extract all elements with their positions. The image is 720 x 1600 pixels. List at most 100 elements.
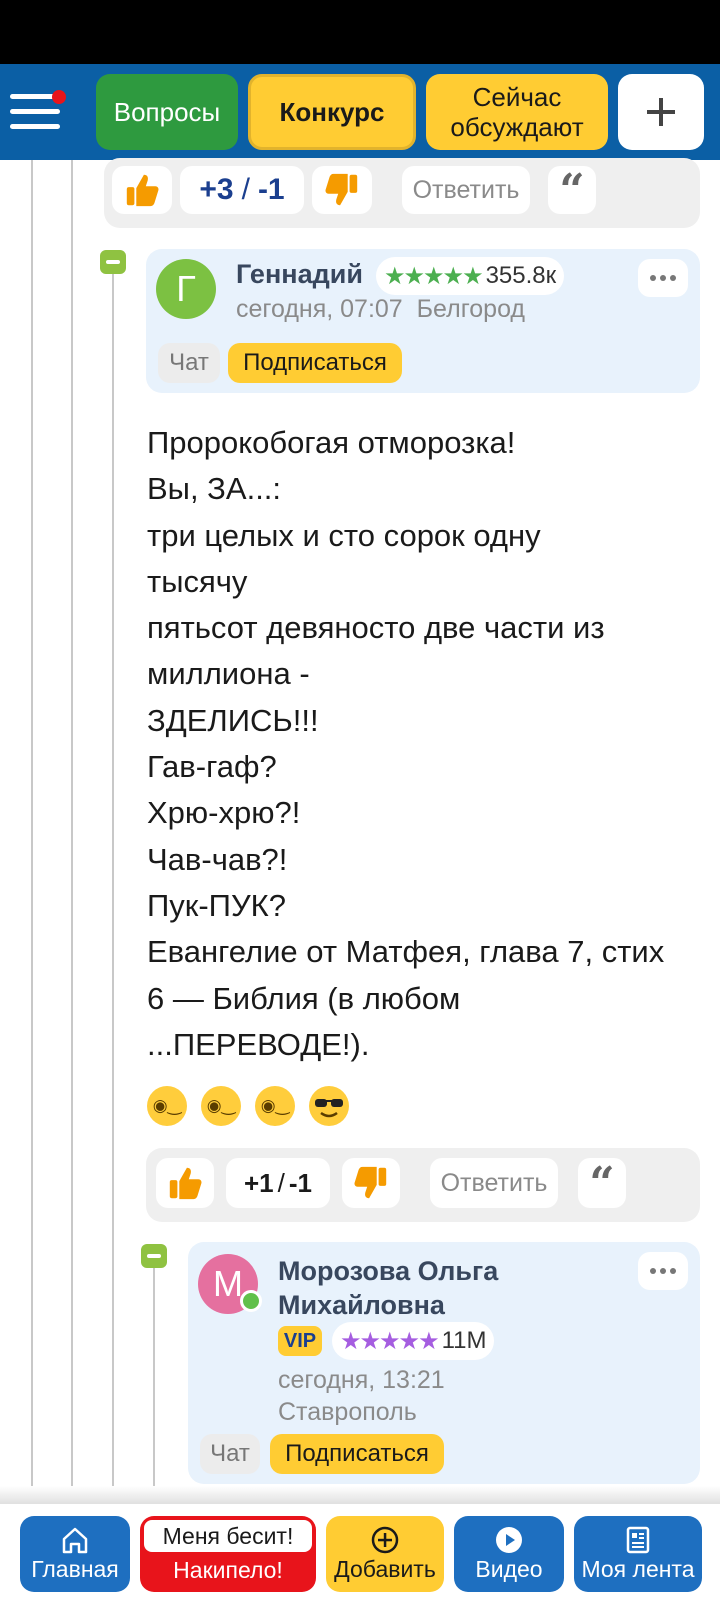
comment-text: Пророкобогая отморозка! Вы, ЗА...: три ц…	[147, 420, 707, 1068]
menu-icon-bar	[10, 109, 60, 114]
bottom-nav-shadow	[0, 1486, 720, 1504]
play-icon	[496, 1527, 522, 1553]
comment-line: три целых и сто сорок одну	[147, 517, 541, 553]
bottom-navigation: Главная Меня бесит! Накипело! Добавить В…	[0, 1504, 720, 1600]
rating-value: 355.8к	[485, 262, 557, 289]
rant-top-label: Меня бесит!	[144, 1520, 312, 1552]
reply-button[interactable]: Ответить	[430, 1158, 558, 1208]
home-label: Главная	[31, 1556, 119, 1582]
like-button[interactable]	[156, 1158, 214, 1208]
rant-bottom-label: Накипело!	[173, 1557, 283, 1583]
video-label: Видео	[475, 1556, 543, 1582]
discussed-now-button[interactable]: Сейчас обсуждают	[426, 74, 608, 150]
discussed-now-line2: обсуждают	[450, 112, 584, 142]
emoji-row: ◉‿ ◉‿ ◉‿	[147, 1086, 363, 1130]
thumbs-up-icon	[169, 1167, 202, 1200]
user-rating: ★★★★★ 11М	[332, 1322, 495, 1360]
avatar-letter: Г	[176, 268, 196, 309]
thread-line	[112, 272, 114, 1486]
face-with-monocle-icon: ◉‿	[147, 1086, 187, 1126]
collapse-toggle[interactable]	[100, 250, 126, 274]
my-feed-button[interactable]: Моя лента	[574, 1516, 702, 1592]
avatar-letter: М	[213, 1263, 243, 1304]
subscribe-button[interactable]: Подписаться	[228, 343, 402, 383]
rating-value: 11М	[441, 1327, 487, 1354]
newspaper-icon	[626, 1526, 650, 1554]
dislike-button[interactable]	[312, 166, 372, 214]
more-options-button[interactable]	[638, 1252, 688, 1290]
add-post-button[interactable]: Добавить	[326, 1516, 444, 1592]
author-name[interactable]: Геннадий	[236, 257, 363, 291]
comment-line: миллиона -	[147, 656, 310, 692]
vip-badge: VIP	[278, 1326, 322, 1356]
thumbs-down-icon	[354, 1166, 387, 1199]
upvote-count: +3	[199, 173, 234, 206]
face-with-monocle-icon: ◉‿	[201, 1086, 241, 1126]
downvote-count: -1	[288, 1167, 312, 1198]
comment-line: Пророкобогая отморозка!	[147, 425, 516, 460]
comment-line: Чав-чав?!	[147, 841, 288, 877]
author-name-line2: Михайловна	[278, 1290, 445, 1320]
rating-stars: ★★★★★	[340, 1327, 440, 1355]
comment-line: Хрю-хрю?!	[147, 795, 301, 831]
author-city: Ставрополь	[278, 1398, 417, 1426]
dislike-button[interactable]	[342, 1158, 400, 1208]
discussed-now-line1: Сейчас	[472, 82, 562, 112]
comment-line: Евангелие от Матфея, глава 7, стих	[147, 934, 665, 970]
menu-icon-bar	[10, 124, 60, 129]
comment-line: Пук-ПУК?	[147, 887, 286, 923]
comment-line: Вы, ЗА...:	[147, 471, 282, 507]
author-card: М Морозова Ольга Михайловна VIP ★★★★★ 11М…	[188, 1242, 700, 1484]
add-button[interactable]	[618, 74, 704, 150]
thread-line	[71, 160, 73, 1486]
quote-button[interactable]: “	[548, 164, 596, 216]
vote-score: +3/-1	[180, 166, 304, 214]
subscribe-button[interactable]: Подписаться	[270, 1434, 444, 1474]
menu-button[interactable]	[10, 90, 66, 136]
contest-button[interactable]: Конкурс	[248, 74, 416, 150]
top-navigation: Вопросы Конкурс Сейчас обсуждают	[0, 64, 720, 160]
like-button[interactable]	[112, 166, 172, 214]
comment-date: сегодня, 07:07	[236, 295, 403, 323]
rant-button[interactable]: Меня бесит! Накипело!	[140, 1516, 316, 1592]
more-options-button[interactable]	[638, 259, 688, 297]
downvote-count: -1	[257, 173, 285, 206]
plus-icon	[647, 98, 675, 126]
comment-line: ЗДЕЛИСЬ!!!	[147, 702, 319, 738]
comment-meta: сегодня, 07:07 Белгород	[236, 293, 525, 325]
online-status-dot	[240, 1290, 262, 1312]
rating-stars: ★★★★★	[384, 262, 484, 290]
quote-button[interactable]: “	[578, 1157, 626, 1209]
quote-icon: “	[559, 164, 585, 216]
questions-button[interactable]: Вопросы	[96, 74, 238, 150]
author-card: Г Геннадий ★★★★★ 355.8к сегодня, 07:07 Бе…	[146, 249, 700, 393]
comment-date: сегодня, 13:21	[278, 1366, 445, 1394]
notification-dot	[52, 90, 66, 104]
quote-icon: “	[589, 1157, 615, 1209]
chat-button[interactable]: Чат	[200, 1434, 260, 1474]
avatar[interactable]: Г	[156, 259, 216, 319]
vote-separator: /	[277, 1167, 285, 1198]
home-button[interactable]: Главная	[20, 1516, 130, 1592]
chat-button[interactable]: Чат	[158, 343, 220, 383]
vote-score: +1/-1	[226, 1158, 330, 1208]
user-rating: ★★★★★ 355.8к	[376, 257, 565, 295]
thumbs-down-icon	[325, 173, 358, 206]
author-city: Белгород	[416, 295, 526, 323]
face-with-monocle-icon: ◉‿	[255, 1086, 295, 1126]
comment-vote-bar: +1/-1 Ответить “	[146, 1148, 700, 1222]
smiling-face-with-sunglasses-icon	[309, 1086, 349, 1126]
thumbs-up-icon	[126, 174, 159, 207]
feed-label: Моя лента	[581, 1556, 695, 1582]
reply-button[interactable]: Ответить	[402, 166, 530, 214]
video-button[interactable]: Видео	[454, 1516, 564, 1592]
author-name-line1: Морозова Ольга	[278, 1256, 499, 1286]
status-bar	[0, 0, 720, 64]
comment-line: 6 — Библия (в любом	[147, 980, 461, 1016]
comment-line: пятьсот девяносто две части из	[147, 610, 605, 646]
comment-line: тысячу	[147, 563, 248, 599]
collapse-toggle[interactable]	[141, 1244, 167, 1268]
vote-separator: /	[241, 173, 250, 206]
author-name[interactable]: Морозова Ольга Михайловна	[278, 1254, 498, 1322]
add-circle-icon	[371, 1526, 399, 1554]
